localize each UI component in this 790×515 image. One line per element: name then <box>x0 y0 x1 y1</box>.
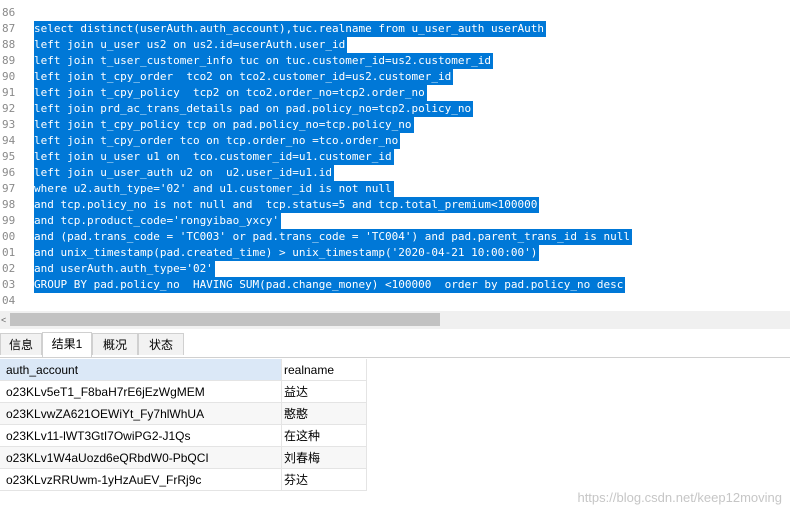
column-header-auth-account[interactable]: auth_account <box>0 359 282 381</box>
cell-realname[interactable]: 憨憨 <box>282 403 367 425</box>
tab-info[interactable]: 信息 <box>0 333 42 355</box>
sql-editor[interactable]: 86 87 select distinct(userAuth.auth_acco… <box>0 0 790 308</box>
cell-auth-account[interactable]: o23KLvzRRUwm-1yHzAuEV_FrRj9c <box>0 469 282 491</box>
line-number: 01 <box>2 246 16 259</box>
code-line: 97 where u2.auth_type='02' and u1.custom… <box>0 181 790 197</box>
code-line: 93 left join t_cpy_policy tcp on pad.pol… <box>0 117 790 133</box>
code-text[interactable]: and tcp.product_code='rongyibao_yxcy' <box>34 213 282 229</box>
line-number: 94 <box>2 134 16 147</box>
code-text[interactable]: and unix_timestamp(pad.created_time) > u… <box>34 245 540 261</box>
cell-auth-account[interactable]: o23KLv1W4aUozd6eQRbdW0-PbQCI <box>0 447 282 469</box>
watermark: https://blog.csdn.net/keep12moving <box>577 490 782 505</box>
line-number: 92 <box>2 102 16 115</box>
line-number: 91 <box>2 86 16 99</box>
code-text[interactable]: GROUP BY pad.policy_no HAVING SUM(pad.ch… <box>34 277 626 293</box>
line-number: 03 <box>2 278 16 291</box>
cell-realname[interactable]: 在这种 <box>282 425 367 447</box>
code-text[interactable]: left join u_user us2 on us2.id=userAuth.… <box>34 37 348 53</box>
code-text[interactable]: left join t_cpy_order tco2 on tco2.custo… <box>34 69 454 85</box>
line-number: 00 <box>2 230 16 243</box>
code-text[interactable]: left join t_user_customer_info tuc on tu… <box>34 53 493 69</box>
code-text[interactable]: where u2.auth_type='02' and u1.customer_… <box>34 181 394 197</box>
cell-auth-account[interactable]: o23KLv11-lWT3GtI7OwiPG2-J1Qs <box>0 425 282 447</box>
code-text[interactable]: left join u_user u1 on tco.customer_id=u… <box>34 149 394 165</box>
code-line: 03 GROUP BY pad.policy_no HAVING SUM(pad… <box>0 277 790 293</box>
line-number: 98 <box>2 198 16 211</box>
code-line: 86 <box>0 5 790 21</box>
line-number: 04 <box>2 294 16 307</box>
line-number: 99 <box>2 214 16 227</box>
code-text[interactable]: and userAuth.auth_type='02' <box>34 261 215 277</box>
cell-realname[interactable]: 芬达 <box>282 469 367 491</box>
code-line: 92 left join prd_ac_trans_details pad on… <box>0 101 790 117</box>
line-number: 95 <box>2 150 16 163</box>
code-line: 88 left join u_user us2 on us2.id=userAu… <box>0 37 790 53</box>
code-line: 96 left join u_user_auth u2 on u2.user_i… <box>0 165 790 181</box>
code-line: 99 and tcp.product_code='rongyibao_yxcy' <box>0 213 790 229</box>
code-line: 01 and unix_timestamp(pad.created_time) … <box>0 245 790 261</box>
tab-overview[interactable]: 概况 <box>92 333 138 355</box>
line-number: 96 <box>2 166 16 179</box>
line-number: 97 <box>2 182 16 195</box>
scrollbar-thumb[interactable] <box>10 313 440 326</box>
line-number: 90 <box>2 70 16 83</box>
code-text[interactable]: left join t_cpy_order tco on tcp.order_n… <box>34 133 401 149</box>
cell-realname[interactable]: 益达 <box>282 381 367 403</box>
code-line: 95 left join u_user u1 on tco.customer_i… <box>0 149 790 165</box>
code-text[interactable]: left join t_cpy_policy tcp2 on tco2.orde… <box>34 85 427 101</box>
code-line: 98 and tcp.policy_no is not null and tcp… <box>0 197 790 213</box>
result-tabs: 信息 结果1 概况 状态 <box>0 331 790 358</box>
code-text[interactable]: left join u_user_auth u2 on u2.user_id=u… <box>34 165 335 181</box>
horizontal-scrollbar[interactable]: < <box>0 311 790 329</box>
code-line: 94 left join t_cpy_order tco on tcp.orde… <box>0 133 790 149</box>
column-header-realname[interactable]: realname <box>282 359 367 381</box>
line-number: 88 <box>2 38 16 51</box>
line-number: 89 <box>2 54 16 67</box>
code-text[interactable]: left join t_cpy_policy tcp on pad.policy… <box>34 117 414 133</box>
line-number: 86 <box>2 6 16 19</box>
code-text[interactable]: select distinct(userAuth.auth_account),t… <box>34 21 546 37</box>
tab-status[interactable]: 状态 <box>138 333 184 355</box>
cell-realname[interactable]: 刘春梅 <box>282 447 367 469</box>
line-number: 02 <box>2 262 16 275</box>
cell-auth-account[interactable]: o23KLvwZA621OEWiYt_Fy7hlWhUA <box>0 403 282 425</box>
tab-result-1[interactable]: 结果1 <box>42 332 92 357</box>
code-line: 00 and (pad.trans_code = 'TC003' or pad.… <box>0 229 790 245</box>
line-number: 87 <box>2 22 16 35</box>
cell-auth-account[interactable]: o23KLv5eT1_F8baH7rE6jEzWgMEM <box>0 381 282 403</box>
code-text[interactable]: left join prd_ac_trans_details pad on pa… <box>34 101 474 117</box>
code-text[interactable]: and (pad.trans_code = 'TC003' or pad.tra… <box>34 229 633 245</box>
line-number: 93 <box>2 118 16 131</box>
code-line: 89 left join t_user_customer_info tuc on… <box>0 53 790 69</box>
code-text[interactable]: and tcp.policy_no is not null and tcp.st… <box>34 197 540 213</box>
code-line: 02 and userAuth.auth_type='02' <box>0 261 790 277</box>
code-line: 91 left join t_cpy_policy tcp2 on tco2.o… <box>0 85 790 101</box>
code-line: 87 select distinct(userAuth.auth_account… <box>0 21 790 37</box>
code-line: 90 left join t_cpy_order tco2 on tco2.cu… <box>0 69 790 85</box>
code-line: 04 <box>0 293 790 308</box>
